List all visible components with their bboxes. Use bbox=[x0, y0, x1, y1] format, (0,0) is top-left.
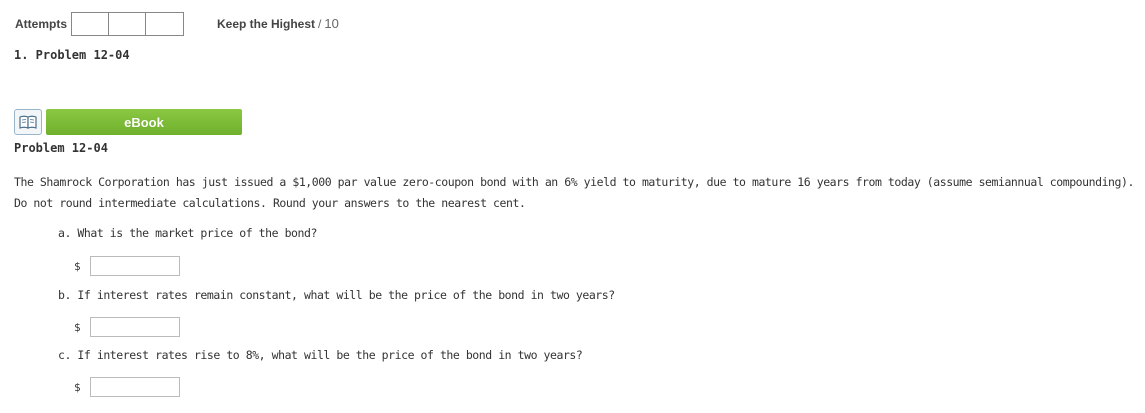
keep-highest: Keep the Highest/10 bbox=[217, 16, 339, 31]
currency-symbol: $ bbox=[74, 320, 81, 334]
currency-symbol: $ bbox=[74, 259, 81, 273]
answer-input-b[interactable] bbox=[90, 317, 180, 337]
keep-highest-separator: / bbox=[318, 17, 322, 31]
question-a: a. What is the market price of the bond? bbox=[58, 226, 317, 240]
answer-row-b: $ bbox=[74, 317, 180, 337]
answer-input-a[interactable] bbox=[90, 256, 180, 276]
attempts-row: Attempts bbox=[15, 12, 185, 36]
problem-title: Problem 12-04 bbox=[14, 141, 108, 155]
problem-heading: 1. Problem 12-04 bbox=[14, 48, 130, 62]
answer-row-a: $ bbox=[74, 256, 180, 276]
attempt-boxes bbox=[71, 12, 185, 36]
question-b: b. If interest rates remain constant, wh… bbox=[58, 288, 615, 302]
keep-highest-label: Keep the Highest bbox=[217, 17, 316, 31]
ebook-button[interactable]: eBook bbox=[46, 109, 242, 135]
keep-highest-max: 10 bbox=[324, 16, 339, 31]
answer-row-c: $ bbox=[74, 377, 180, 397]
question-c: c. If interest rates rise to 8%, what wi… bbox=[58, 348, 583, 362]
book-icon[interactable] bbox=[14, 109, 42, 135]
attempt-box-1 bbox=[72, 13, 110, 35]
answer-input-c[interactable] bbox=[90, 377, 180, 397]
attempts-label: Attempts bbox=[15, 17, 68, 31]
attempt-box-2 bbox=[109, 13, 147, 35]
currency-symbol: $ bbox=[74, 380, 81, 394]
ebook-row: eBook bbox=[14, 109, 242, 135]
problem-description: The Shamrock Corporation has just issued… bbox=[14, 175, 1134, 210]
attempt-box-3 bbox=[146, 13, 184, 35]
